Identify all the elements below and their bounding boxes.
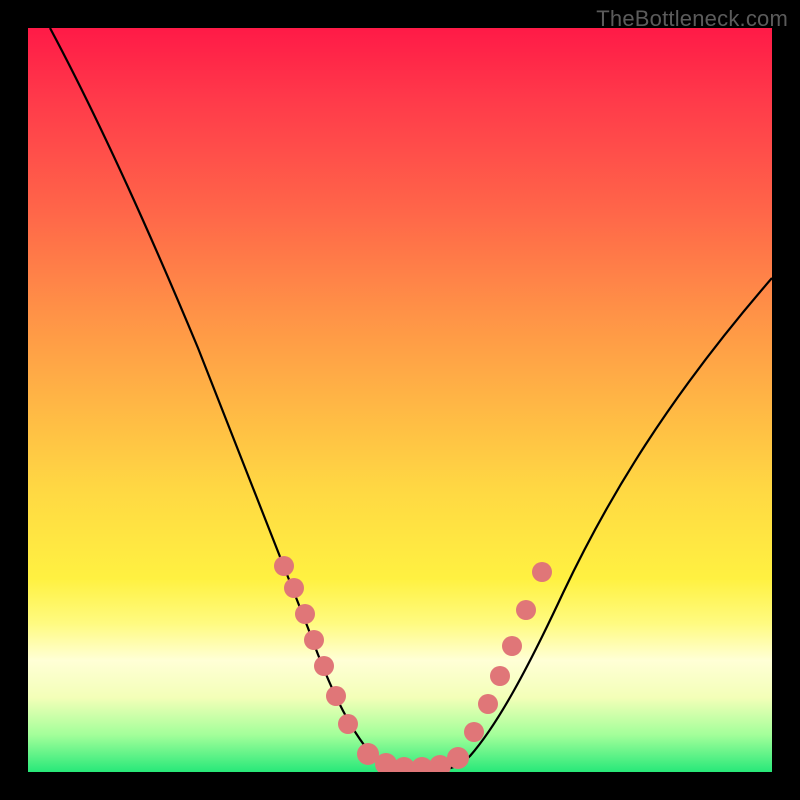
curve-dot xyxy=(304,630,324,650)
curve-dot xyxy=(447,747,469,769)
curve-dot xyxy=(314,656,334,676)
curve-dot xyxy=(274,556,294,576)
watermark-text: TheBottleneck.com xyxy=(596,6,788,32)
curve-dot xyxy=(478,694,498,714)
bottleneck-curve-svg xyxy=(28,28,772,772)
curve-dot xyxy=(490,666,510,686)
curve-dot xyxy=(502,636,522,656)
curve-dot xyxy=(532,562,552,582)
curve-dot xyxy=(326,686,346,706)
curve-dot xyxy=(338,714,358,734)
chart-frame: TheBottleneck.com xyxy=(0,0,800,800)
curve-dots xyxy=(274,556,552,772)
curve-dot xyxy=(295,604,315,624)
bottleneck-curve xyxy=(50,28,772,770)
curve-dot xyxy=(516,600,536,620)
plot-area xyxy=(28,28,772,772)
curve-dot xyxy=(464,722,484,742)
curve-dot xyxy=(284,578,304,598)
